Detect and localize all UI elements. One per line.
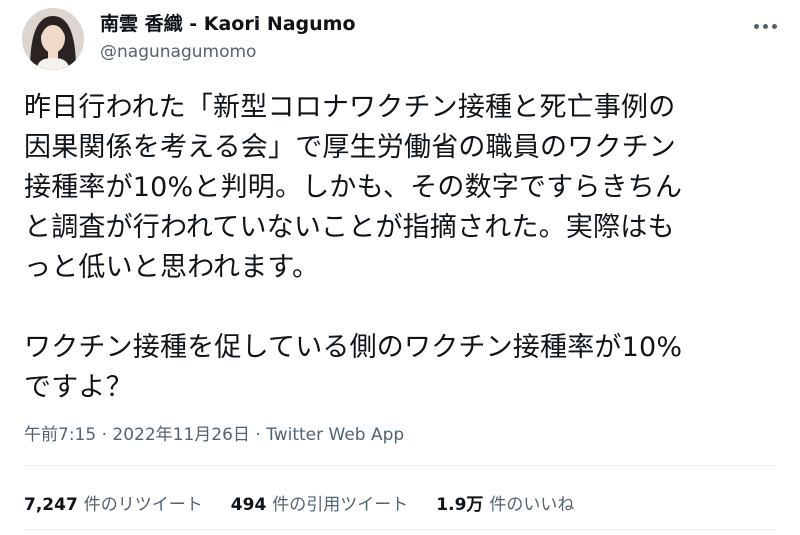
avatar[interactable]: [22, 8, 84, 70]
retweets-count: 7,247: [24, 495, 78, 515]
display-name[interactable]: 南雲 香織 - Kaori Nagumo: [100, 12, 356, 36]
divider: [24, 465, 776, 466]
tweet-date[interactable]: 2022年11月26日: [112, 425, 250, 445]
tweet-source[interactable]: Twitter Web App: [266, 425, 404, 445]
tweet-meta: 午前7:15 · 2022年11月26日 · Twitter Web App: [24, 420, 404, 445]
retweets-label: 件のリツイート: [83, 495, 203, 515]
tweet-line: っと低いと思われます。: [24, 252, 320, 283]
likes-stat[interactable]: 1.9万 件のいいね: [436, 490, 574, 515]
likes-count: 1.9万: [436, 495, 484, 515]
more-dot-icon: [762, 23, 768, 29]
tweet-line: ワクチン接種を促している側のワクチン接種率が10%: [24, 332, 683, 363]
meta-separator: ·: [249, 425, 267, 445]
more-options-button[interactable]: [748, 12, 782, 40]
tweet-line: ですよ？: [24, 372, 133, 403]
tweet-line: 昨日行われた「新型コロナワクチン接種と死亡事例の: [24, 92, 676, 123]
divider: [24, 529, 776, 530]
more-dot-icon: [771, 23, 777, 29]
quotes-count: 494: [230, 495, 267, 515]
likes-label: 件のいいね: [489, 495, 575, 515]
tweet-line: 接種率が10%と判明。しかも、その数字ですらきちん: [24, 172, 683, 203]
quotes-label: 件の引用ツイート: [272, 495, 409, 515]
tweet-text: 昨日行われた「新型コロナワクチン接種と死亡事例の 因果関係を考える会」で厚生労働…: [24, 88, 776, 408]
tweet-stats: 7,247 件のリツイート 494 件の引用ツイート 1.9万 件のいいね: [24, 490, 574, 515]
retweets-stat[interactable]: 7,247 件のリツイート: [24, 490, 203, 515]
avatar-photo-icon: [22, 8, 84, 70]
tweet-header: 南雲 香織 - Kaori Nagumo @nagunagumomo: [22, 8, 782, 74]
tweet-time[interactable]: 午前7:15: [24, 425, 96, 445]
more-dot-icon: [753, 23, 759, 29]
quotes-stat[interactable]: 494 件の引用ツイート: [231, 490, 409, 515]
tweet-line: と調査が行われていないことが指摘された。実際はも: [24, 212, 675, 243]
meta-separator: ·: [96, 425, 113, 445]
user-handle[interactable]: @nagunagumomo: [100, 40, 356, 64]
tweet-line: 因果関係を考える会」で厚生労働省の職員のワクチン: [24, 132, 676, 163]
